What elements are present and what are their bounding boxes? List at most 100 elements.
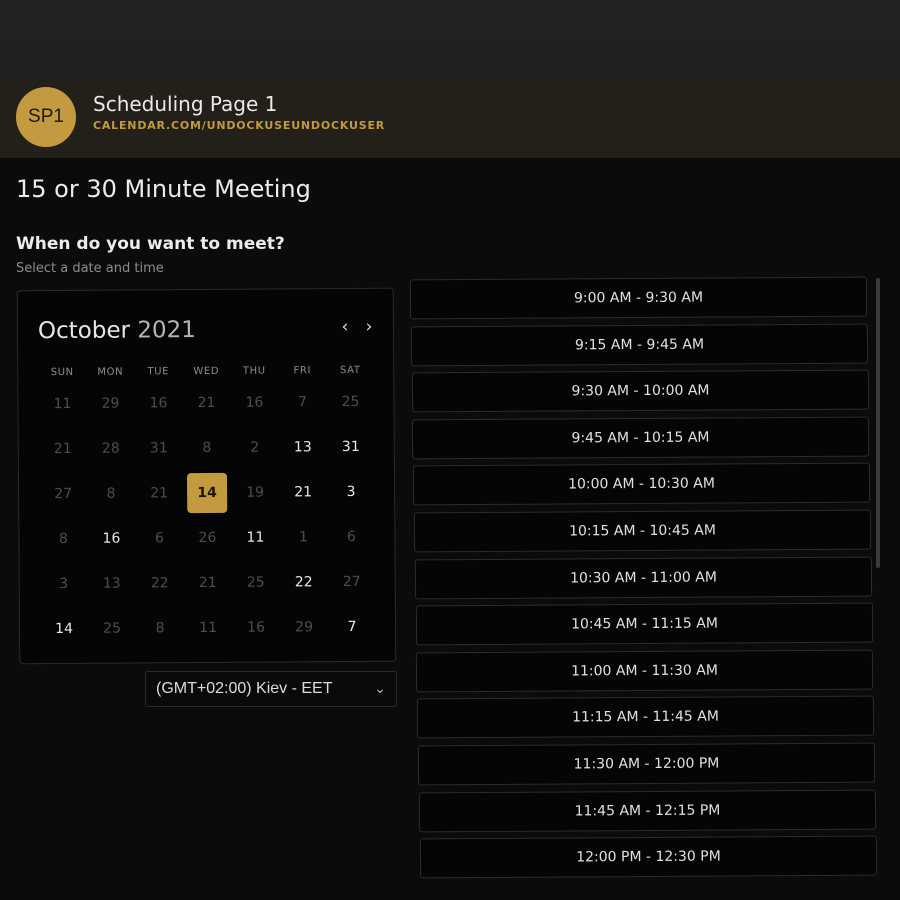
calendar-day[interactable]: 3 bbox=[327, 469, 375, 514]
calendar-day: 29 bbox=[86, 381, 134, 426]
calendar-day-number: 29 bbox=[101, 395, 120, 412]
calendar-day: 25 bbox=[232, 559, 280, 604]
calendar-day-number: 11 bbox=[199, 619, 218, 636]
calendar-day: 29 bbox=[280, 604, 328, 649]
calendar-day-number: 21 bbox=[53, 440, 72, 457]
calendar-day: 11 bbox=[38, 381, 86, 426]
time-slot-button[interactable]: 9:30 AM - 10:00 AM bbox=[411, 369, 869, 413]
time-slot-button[interactable]: 9:00 AM - 9:30 AM bbox=[409, 276, 868, 320]
chevron-left-icon[interactable]: ‹ bbox=[336, 317, 354, 337]
calendar-day-number: 3 bbox=[59, 575, 69, 592]
calendar-day: 21 bbox=[135, 470, 183, 515]
calendar-day-number: 7 bbox=[297, 393, 307, 410]
calendar-day[interactable]: 22 bbox=[280, 559, 328, 604]
time-slot-button[interactable]: 10:00 AM - 10:30 AM bbox=[413, 462, 871, 506]
calendar-day: 21 bbox=[39, 426, 87, 471]
calendar-day: 25 bbox=[326, 379, 374, 424]
calendar-day-number: 16 bbox=[247, 619, 266, 636]
calendar-day-number: 14 bbox=[55, 620, 74, 637]
calendar-day: 1 bbox=[279, 514, 327, 559]
time-slot-scrollbar[interactable] bbox=[876, 278, 880, 568]
calendar-day: 8 bbox=[39, 516, 87, 561]
calendar-day-number: 21 bbox=[150, 484, 169, 501]
calendar-day-number: 22 bbox=[150, 574, 169, 591]
calendar-day-number: 1 bbox=[298, 528, 308, 545]
calendar-day[interactable]: 21 bbox=[279, 469, 327, 514]
calendar-day-number: 31 bbox=[341, 438, 360, 455]
calendar-month: October bbox=[37, 317, 131, 345]
calendar-day-number: 29 bbox=[295, 618, 314, 635]
calendar-day-number: 14 bbox=[186, 472, 228, 513]
calendar-day-number: 16 bbox=[245, 394, 264, 411]
time-slot-button[interactable]: 11:00 AM - 11:30 AM bbox=[416, 649, 874, 693]
calendar-day-number: 25 bbox=[103, 620, 122, 637]
calendar-day[interactable]: 31 bbox=[327, 424, 375, 469]
weekday-sat: SAT bbox=[339, 364, 361, 377]
timezone-value: (GMT+02:00) Kiev - EET bbox=[156, 680, 333, 697]
calendar-day-number: 31 bbox=[149, 439, 168, 456]
weekday-mon: MON bbox=[97, 366, 124, 378]
calendar-day-number: 2 bbox=[250, 439, 260, 456]
chevron-down-icon: ⌄ bbox=[374, 680, 386, 696]
calendar-day-number: 27 bbox=[54, 485, 73, 502]
calendar-day: 3 bbox=[40, 561, 88, 606]
chevron-right-icon[interactable]: › bbox=[360, 317, 378, 337]
calendar-day-number: 21 bbox=[197, 394, 216, 411]
calendar-day: 31 bbox=[135, 425, 183, 470]
scheduling-page-name: Scheduling Page 1 bbox=[93, 92, 278, 116]
calendar-day: 21 bbox=[184, 560, 232, 605]
calendar-day-number: 11 bbox=[53, 395, 72, 412]
calendar-day: 13 bbox=[88, 560, 136, 605]
calendar-month-label: October 2021 bbox=[38, 317, 196, 344]
calendar-weekdays: SUN MON TUE WED THU FRI SAT bbox=[38, 365, 374, 378]
calendar-day-number: 8 bbox=[106, 485, 116, 502]
time-slot-button[interactable]: 11:45 AM - 12:15 PM bbox=[418, 789, 876, 832]
calendar-day-number: 8 bbox=[155, 619, 165, 636]
calendar-day: 22 bbox=[136, 560, 184, 605]
meeting-subtext: Select a date and time bbox=[16, 261, 164, 276]
calendar-day-number: 13 bbox=[293, 438, 312, 455]
time-slot-button[interactable]: 12:00 PM - 12:30 PM bbox=[419, 835, 877, 879]
calendar-day-number: 8 bbox=[58, 530, 68, 547]
calendar-day: 16 bbox=[134, 380, 182, 425]
time-slot-button[interactable]: 9:45 AM - 10:15 AM bbox=[412, 416, 870, 460]
calendar-day[interactable]: 7 bbox=[328, 604, 376, 649]
weekday-tue: TUE bbox=[147, 366, 170, 378]
calendar-day-number: 3 bbox=[346, 483, 356, 500]
time-slot-button[interactable]: 11:15 AM - 11:45 AM bbox=[417, 695, 875, 739]
time-slot-button[interactable]: 10:15 AM - 10:45 AM bbox=[413, 509, 872, 553]
avatar: SP1 bbox=[16, 87, 76, 147]
calendar-day[interactable]: 16 bbox=[87, 515, 135, 560]
timezone-select[interactable]: (GMT+02:00) Kiev - EET ⌄ bbox=[145, 671, 397, 707]
weekday-fri: FRI bbox=[293, 365, 312, 377]
calendar-day[interactable]: 14 bbox=[40, 606, 88, 651]
calendar-day-number: 22 bbox=[294, 573, 313, 590]
time-slot-button[interactable]: 10:30 AM - 11:00 AM bbox=[414, 556, 872, 599]
calendar-day-number: 21 bbox=[294, 483, 313, 500]
calendar-day-number: 11 bbox=[246, 529, 265, 546]
calendar-day-number: 13 bbox=[102, 575, 121, 592]
calendar-day-number: 25 bbox=[341, 393, 360, 410]
calendar-day-number: 26 bbox=[198, 529, 217, 546]
calendar-day-number: 25 bbox=[246, 574, 265, 591]
calendar-day: 11 bbox=[184, 605, 232, 650]
calendar-day: 28 bbox=[87, 426, 135, 471]
calendar-day[interactable]: 13 bbox=[279, 424, 327, 469]
calendar-day-number: 16 bbox=[102, 530, 121, 547]
weekday-sun: SUN bbox=[50, 366, 74, 379]
calendar-day-selected[interactable]: 14 bbox=[183, 470, 231, 515]
calendar-day: 21 bbox=[182, 380, 230, 425]
calendar-day: 8 bbox=[87, 470, 135, 515]
weekday-thu: THU bbox=[242, 365, 266, 377]
calendar-day: 25 bbox=[88, 605, 136, 650]
calendar-day: 27 bbox=[328, 559, 376, 604]
scheduling-page-url[interactable]: CALENDAR.COM/UNDOCKUSEUNDOCKUSER bbox=[93, 119, 385, 132]
time-slot-button[interactable]: 10:45 AM - 11:15 AM bbox=[415, 602, 873, 646]
calendar-day: 8 bbox=[136, 605, 184, 650]
calendar-day: 27 bbox=[39, 471, 87, 516]
calendar-days: 11 29 16 21 16 7 25 21 28 31 8 2 13 31 27 8 21 14 19 21 3 8 16… bbox=[38, 379, 376, 651]
meeting-title: 15 or 30 Minute Meeting bbox=[16, 175, 311, 203]
time-slot-button[interactable]: 11:30 AM - 12:00 PM bbox=[417, 742, 876, 786]
calendar-day[interactable]: 11 bbox=[231, 514, 279, 559]
time-slot-button[interactable]: 9:15 AM - 9:45 AM bbox=[410, 323, 868, 366]
